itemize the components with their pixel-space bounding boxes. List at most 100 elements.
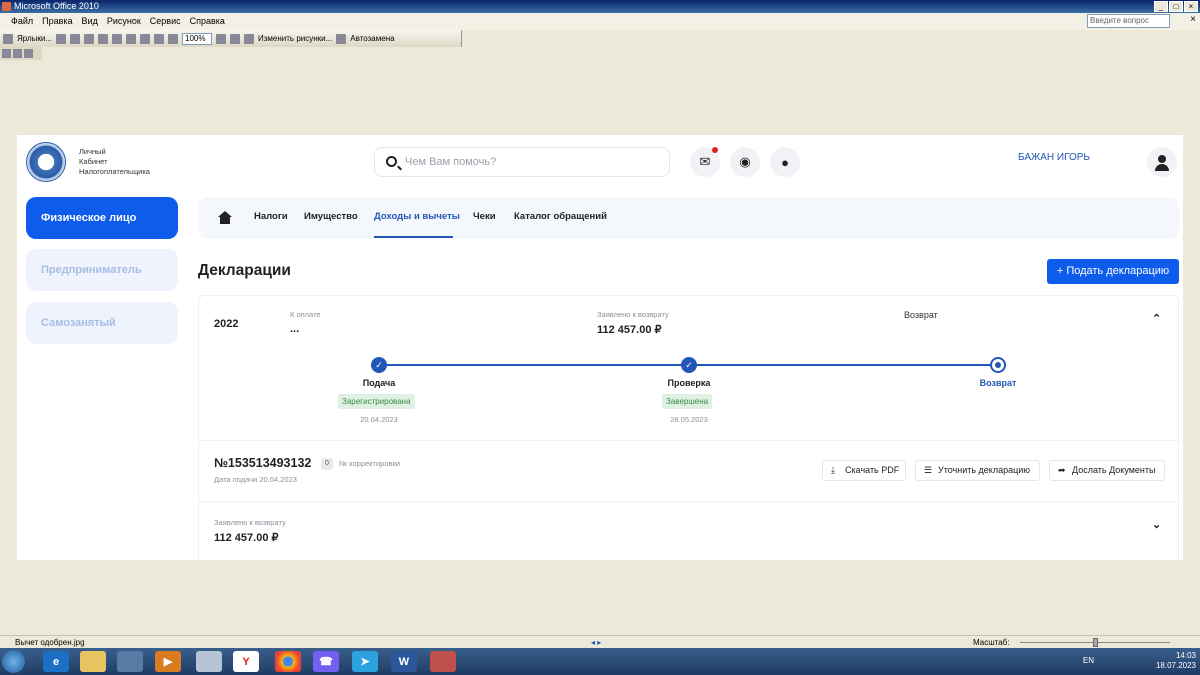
paste-icon[interactable] <box>126 33 137 44</box>
rotate-right-icon[interactable] <box>244 33 255 44</box>
menu-view[interactable]: Вид <box>82 13 98 30</box>
redo-icon[interactable] <box>168 33 179 44</box>
visually-impaired-button[interactable]: ◉ <box>730 147 760 177</box>
menu-tools[interactable]: Сервис <box>150 13 181 30</box>
brand-line: Налогоплательщика <box>79 167 150 176</box>
status-badge: Завершена <box>662 394 713 409</box>
tips-button[interactable]: ● <box>770 147 800 177</box>
zoom-slider-thumb[interactable] <box>1093 638 1098 647</box>
tab-property[interactable]: Имущество <box>304 211 358 222</box>
declaration-number: №153513493132 <box>214 456 312 470</box>
correction-label: № корректировки <box>339 459 400 468</box>
minimize-button[interactable]: _ <box>1154 1 1168 12</box>
menu-file[interactable]: Файл <box>11 13 33 30</box>
fns-logo[interactable] <box>26 142 66 182</box>
view-thumbnails-icon[interactable] <box>2 49 11 58</box>
ask-question-input[interactable]: Введите вопрос <box>1087 14 1170 28</box>
user-icon[interactable] <box>1147 147 1177 177</box>
view-toolbar <box>0 47 42 60</box>
menubar: Файл Правка Вид Рисунок Сервис Справка <box>0 13 1200 30</box>
footer-claimed-value: 112 457.00 ₽ <box>214 532 279 544</box>
paint-icon[interactable] <box>117 651 143 672</box>
system-tray: EN 14:03 18.07.2023 <box>1083 651 1196 671</box>
search-icon <box>386 156 397 167</box>
view-single-icon[interactable] <box>24 49 33 58</box>
menu-help[interactable]: Справка <box>190 13 225 30</box>
search-input[interactable]: Чем Вам помочь? <box>374 147 670 177</box>
copy-icon[interactable] <box>112 33 123 44</box>
home-icon[interactable] <box>218 211 232 224</box>
explorer-icon[interactable] <box>80 651 106 672</box>
step-name: Проверка <box>667 378 711 388</box>
footer-claimed-label: Заявлено к возврату <box>214 518 286 527</box>
start-button[interactable] <box>2 650 25 673</box>
chrome-icon[interactable] <box>275 651 301 672</box>
sidebar-item-individual[interactable]: Физическое лицо <box>26 197 178 239</box>
list-icon: ☰ <box>924 465 933 475</box>
step-date: 28.05.2023 <box>670 415 708 424</box>
word-icon[interactable]: W <box>391 651 417 672</box>
autoreplace-button[interactable]: Автозамена <box>350 34 394 43</box>
step-name: Подача <box>362 378 396 388</box>
menu-image[interactable]: Рисунок <box>107 13 141 30</box>
step-done-icon: ✓ <box>371 357 387 373</box>
chevron-up-icon[interactable]: ⌃ <box>1152 312 1161 325</box>
tab-income-deductions[interactable]: Доходы и вычеты <box>374 211 460 222</box>
clock-time[interactable]: 14:03 <box>1156 651 1196 661</box>
undo-icon[interactable] <box>154 33 165 44</box>
send-documents-button[interactable]: ➦ Дослать Документы <box>1049 460 1165 481</box>
window-titlebar: Microsoft Office 2010 _ □ × <box>0 0 1200 13</box>
tab-requests-catalog[interactable]: Каталог обращений <box>514 211 607 222</box>
mail-button[interactable]: ✉ <box>690 147 720 177</box>
preview-icon[interactable] <box>84 33 95 44</box>
language-indicator[interactable]: EN <box>1083 656 1094 666</box>
rotate-left-icon[interactable] <box>230 33 241 44</box>
ie-icon[interactable]: e <box>43 651 69 672</box>
save-icon[interactable] <box>56 33 67 44</box>
picture-manager-icon[interactable] <box>430 651 456 672</box>
maximize-button[interactable]: □ <box>1169 1 1183 12</box>
close-doc-icon[interactable]: × <box>1190 14 1196 25</box>
calculator-icon[interactable] <box>196 651 222 672</box>
clock-date[interactable]: 18.07.2023 <box>1156 661 1196 671</box>
sidebar-item-selfemployed[interactable]: Самозанятый <box>26 302 178 344</box>
close-button[interactable]: × <box>1184 1 1198 12</box>
refine-declaration-button[interactable]: ☰ Уточнить декларацию <box>915 460 1040 481</box>
shortcuts-button[interactable]: Ярлыки... <box>17 34 52 43</box>
download-pdf-button[interactable]: ⤓ Скачать PDF <box>822 460 906 481</box>
tab-taxes[interactable]: Налоги <box>254 211 288 222</box>
step-current-icon <box>990 357 1006 373</box>
sidebar-item-entrepreneur[interactable]: Предприниматель <box>26 249 178 291</box>
delete-icon[interactable] <box>140 33 151 44</box>
submit-declaration-button[interactable]: + Подать декларацию <box>1047 259 1179 284</box>
view-filmstrip-icon[interactable] <box>13 49 22 58</box>
autoreplace-icon[interactable] <box>336 33 347 44</box>
eye-off-icon: ◉ <box>739 154 751 169</box>
yandex-icon[interactable]: Y <box>233 651 259 672</box>
tab-receipts[interactable]: Чеки <box>473 211 496 222</box>
step-date: 20.04.2023 <box>360 415 398 424</box>
edit-images-button[interactable]: Изменить рисунки... <box>258 34 332 43</box>
claimed-label: Заявлено к возврату <box>597 310 669 319</box>
divider <box>199 501 1180 502</box>
active-tab-indicator <box>374 236 453 238</box>
shortcuts-icon[interactable] <box>3 33 13 44</box>
bulb-icon: ● <box>781 154 789 170</box>
user-name[interactable]: БАЖАН ИГОРЬ <box>1018 152 1090 163</box>
download-pdf-label: Скачать PDF <box>845 465 900 475</box>
step-name: Возврат <box>979 378 1017 388</box>
window-title: Microsoft Office 2010 <box>14 1 99 11</box>
submit-declaration-label: Подать декларацию <box>1066 265 1170 277</box>
download-icon: ⤓ <box>831 465 835 475</box>
help-icon[interactable] <box>216 33 227 44</box>
print-icon[interactable] <box>70 33 81 44</box>
telegram-icon[interactable]: ➤ <box>352 651 378 672</box>
cut-icon[interactable] <box>98 33 109 44</box>
progress-line <box>689 364 999 366</box>
zoom-select[interactable]: 100% <box>182 32 213 45</box>
pay-label: К оплате <box>290 310 321 319</box>
viber-icon[interactable]: ☎ <box>313 651 339 672</box>
media-player-icon[interactable]: ▶ <box>155 651 181 672</box>
menu-edit[interactable]: Правка <box>42 13 72 30</box>
chevron-down-icon[interactable]: ⌄ <box>1152 518 1161 531</box>
